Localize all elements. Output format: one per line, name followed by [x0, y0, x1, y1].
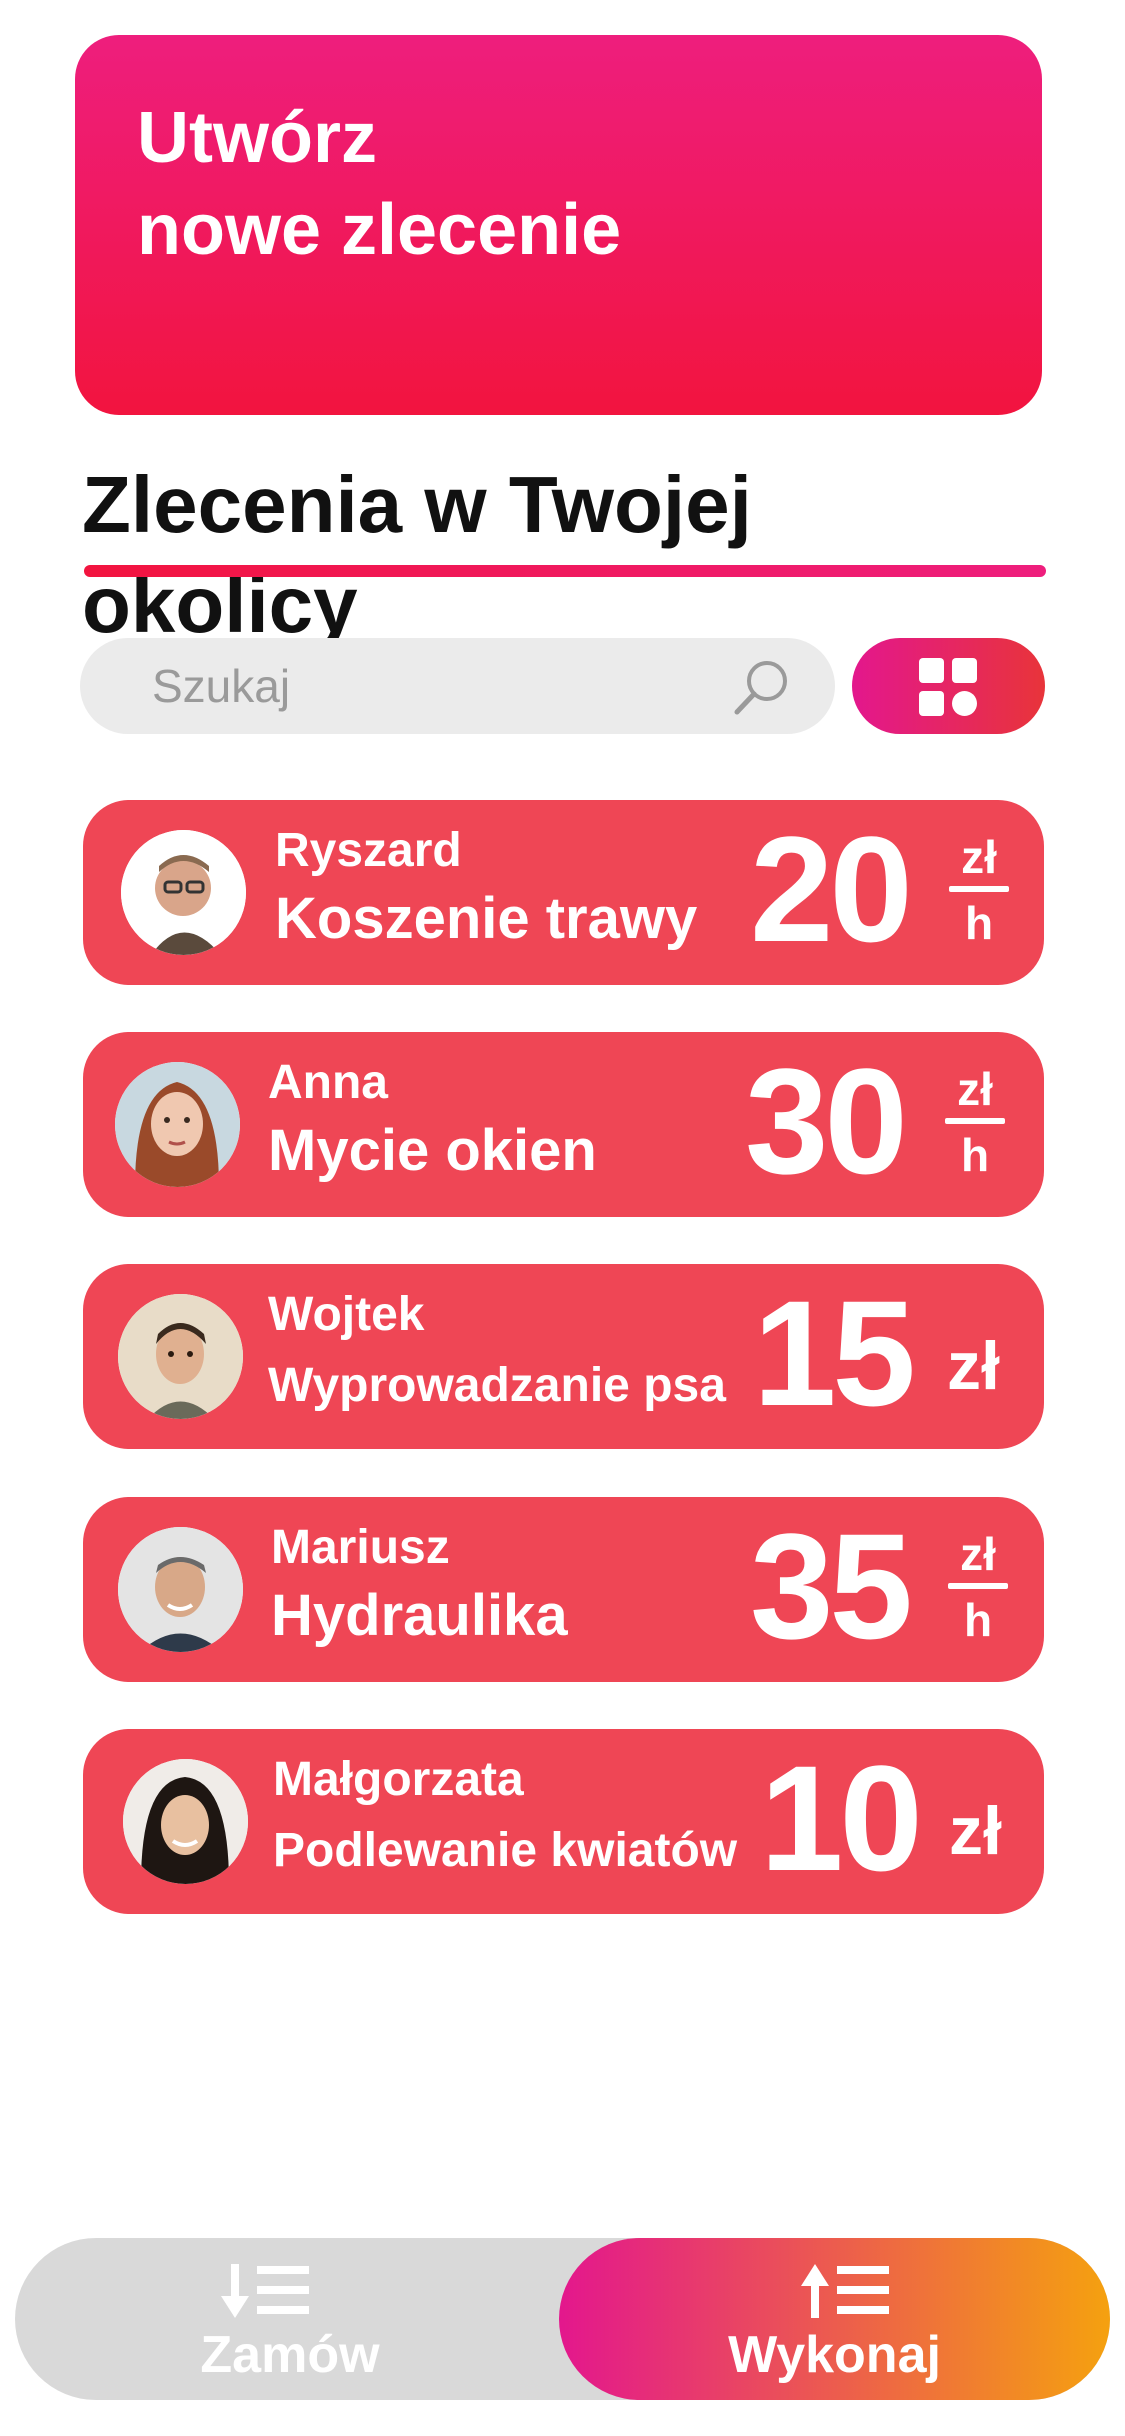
avatar	[118, 1294, 243, 1419]
task-price-unit: zł h	[948, 1527, 1008, 1647]
price-unit-hour: h	[964, 897, 994, 949]
price-unit-currency: zł	[960, 1528, 996, 1580]
task-card[interactable]: Małgorzata Podlewanie kwiatów 10 zł	[83, 1729, 1044, 1914]
task-author-name: Anna	[268, 1056, 388, 1109]
price-unit-currency: zł	[957, 1063, 993, 1115]
price-unit-hour: h	[963, 1594, 993, 1646]
tab-order-label: Zamów	[200, 2326, 380, 2384]
price-unit-divider	[949, 886, 1009, 892]
task-price-unit: zł	[949, 1793, 1002, 1869]
task-title: Hydraulika	[271, 1583, 568, 1648]
task-author-name: Ryszard	[275, 824, 462, 877]
avatar	[118, 1527, 243, 1652]
search-placeholder: Szukaj	[152, 660, 291, 712]
tab-order[interactable]: Zamów	[15, 2238, 565, 2400]
task-author-name: Mariusz	[271, 1521, 450, 1574]
price-unit-hour: h	[960, 1129, 990, 1181]
section-underline	[84, 565, 1046, 577]
create-task-card[interactable]: Utwórz nowe zlecenie	[75, 35, 1042, 415]
avatar	[115, 1062, 240, 1187]
grid-icon	[919, 658, 977, 716]
task-card[interactable]: Anna Mycie okien 30 zł h	[83, 1032, 1044, 1217]
avatar	[123, 1759, 248, 1884]
task-price-unit: zł h	[949, 830, 1009, 950]
arrow-down-list-icon	[221, 2262, 311, 2320]
view-toggle-button[interactable]	[852, 638, 1045, 734]
price-unit-divider	[945, 1118, 1005, 1124]
task-title: Mycie okien	[268, 1118, 597, 1183]
task-author-name: Wojtek	[268, 1288, 425, 1341]
task-price: 15	[753, 1269, 916, 1437]
search-icon[interactable]	[731, 656, 793, 718]
tab-do-label: Wykonaj	[728, 2326, 941, 2384]
price-unit-divider	[948, 1583, 1008, 1589]
task-title: Podlewanie kwiatów	[273, 1824, 738, 1877]
task-price: 20	[750, 805, 913, 973]
task-author-name: Małgorzata	[273, 1753, 524, 1806]
task-card[interactable]: Mariusz Hydraulika 35 zł h	[83, 1497, 1044, 1682]
tab-do[interactable]: Wykonaj	[559, 2238, 1110, 2400]
task-card[interactable]: Wojtek Wyprowadzanie psa 15 zł	[83, 1264, 1044, 1449]
task-price: 35	[750, 1502, 913, 1670]
search-input[interactable]: Szukaj	[80, 638, 835, 734]
price-unit-currency: zł	[961, 831, 997, 883]
section-title: Zlecenia w Twojej okolicy	[82, 460, 752, 649]
task-price-unit: zł	[947, 1328, 1000, 1404]
task-card[interactable]: Ryszard Koszenie trawy 20 zł h	[83, 800, 1044, 985]
create-task-line1: Utwórz	[137, 98, 377, 178]
task-price: 10	[760, 1734, 923, 1902]
bottom-tab-bar: Zamów Wykonaj	[15, 2238, 1110, 2400]
task-title: Koszenie trawy	[275, 886, 698, 951]
task-price-unit: zł h	[945, 1062, 1005, 1182]
task-price: 30	[745, 1037, 908, 1205]
task-title: Wyprowadzanie psa	[268, 1359, 726, 1412]
avatar	[121, 830, 246, 955]
create-task-line2: nowe zlecenie	[137, 190, 622, 270]
arrow-up-list-icon	[801, 2262, 891, 2320]
